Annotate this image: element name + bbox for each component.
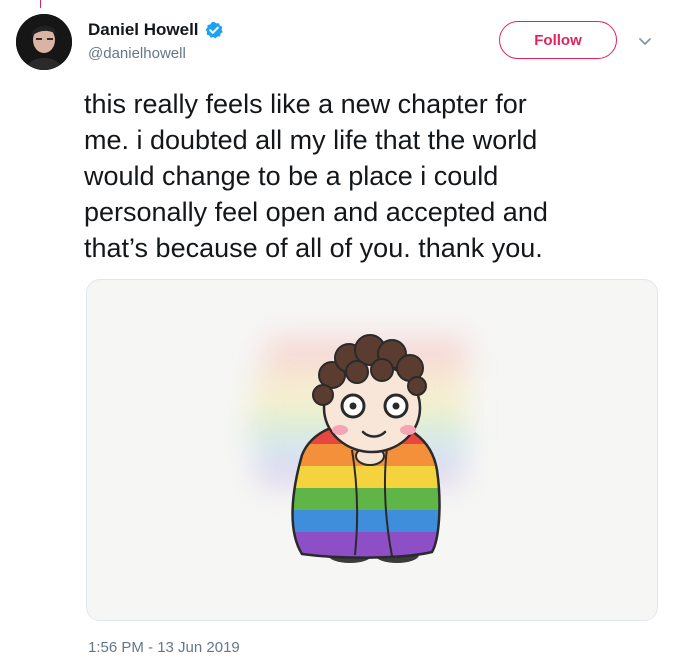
avatar-image <box>16 14 72 70</box>
author-handle[interactable]: @danielhowell <box>88 45 186 62</box>
author-name-row: Daniel Howell <box>88 20 223 40</box>
thread-line <box>40 0 41 8</box>
tweet-media-image[interactable] <box>86 279 658 621</box>
verified-badge-icon <box>205 21 223 39</box>
follow-button[interactable]: Follow <box>499 21 617 59</box>
avatar[interactable] <box>16 14 72 70</box>
tweet-text: this really feels like a new chapter for… <box>84 89 548 263</box>
author-name[interactable]: Daniel Howell <box>88 20 199 40</box>
tweet-timestamp[interactable]: 1:56 PM - 13 Jun 2019 <box>88 639 240 656</box>
chevron-down-icon[interactable] <box>638 34 652 45</box>
cartoon-rainbow-blanket-illustration <box>247 334 467 563</box>
